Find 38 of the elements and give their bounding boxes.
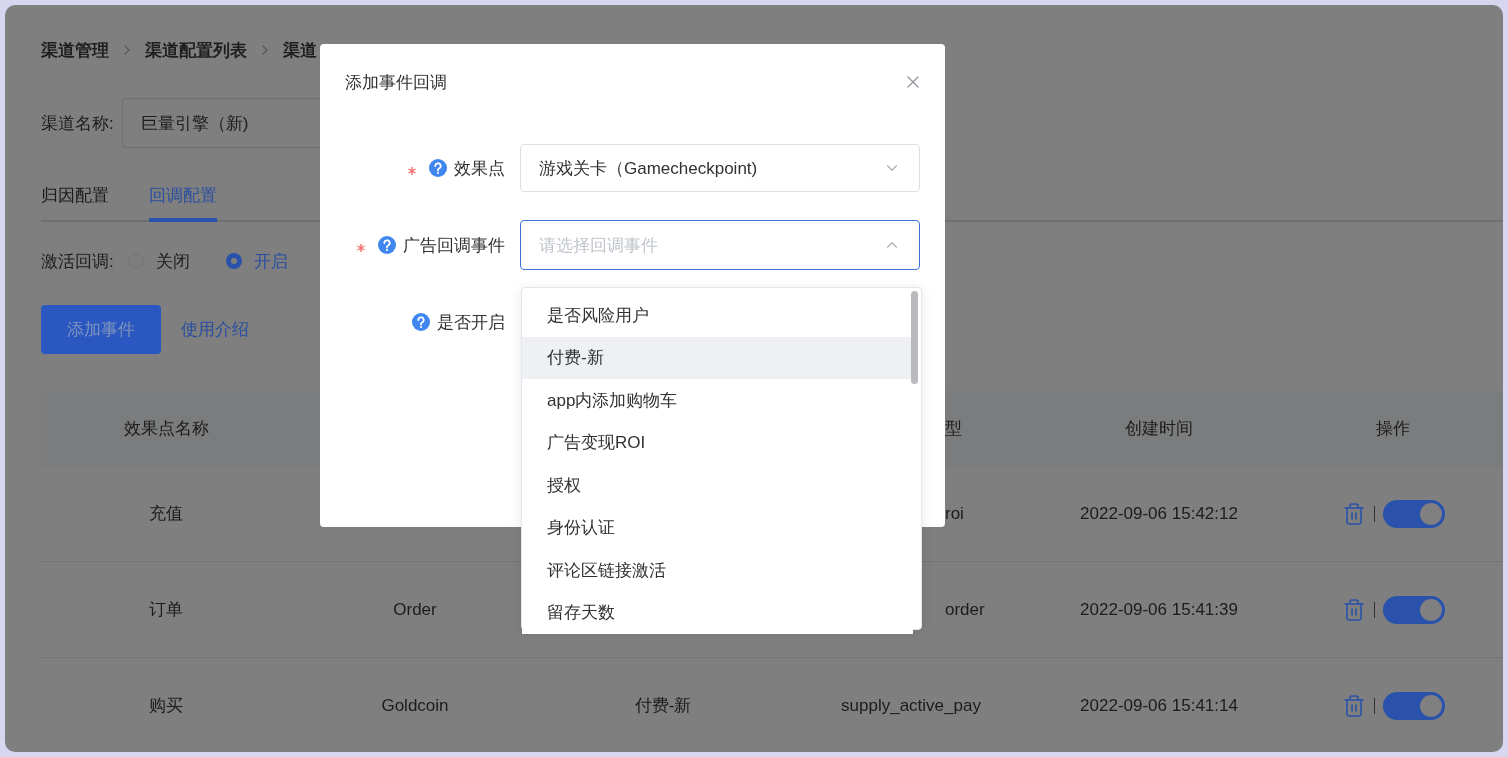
- table-cell-text: 购买: [149, 695, 183, 717]
- table-cell: Order: [393, 599, 437, 620]
- dialog-title: 添加事件回调: [345, 71, 447, 94]
- toggle-switch[interactable]: [1382, 499, 1445, 528]
- breadcrumb-item[interactable]: 渠道配置列表: [145, 38, 247, 62]
- field-label: 渠道名称:: [41, 112, 114, 135]
- table-cell: 2022-09-06 15:41:14: [1080, 695, 1238, 716]
- table-cell: roi: [945, 503, 964, 524]
- toggle-switch[interactable]: [1382, 595, 1445, 624]
- trash-icon[interactable]: [1341, 597, 1366, 622]
- table-cell: order: [945, 599, 985, 620]
- column-header: 操作: [1376, 418, 1410, 440]
- toggle-switch[interactable]: [1382, 691, 1445, 720]
- table-cell-text: 充值: [149, 503, 183, 525]
- column-header: 创建时间: [1125, 418, 1193, 440]
- scrollbar-thumb[interactable]: [911, 291, 918, 384]
- form-label: 广告回调事件: [403, 234, 505, 257]
- radio-button[interactable]: [225, 253, 242, 269]
- breadcrumb-item[interactable]: 渠道: [283, 38, 317, 62]
- form-label: 是否开启: [437, 311, 505, 334]
- table-cell-text: 订单: [149, 599, 183, 621]
- field-label: 激活回调:: [41, 250, 114, 273]
- table-cell: Goldcoin: [381, 695, 449, 716]
- form-label: 效果点: [454, 157, 505, 180]
- tab[interactable]: 归因配置: [41, 172, 109, 222]
- column-header: 效果点名称: [123, 418, 209, 440]
- table-cell-text: 付费-新: [634, 695, 692, 717]
- radio-label[interactable]: 关闭: [155, 249, 190, 273]
- table-cell: supply_active_pay: [841, 695, 981, 716]
- trash-icon[interactable]: [1341, 501, 1366, 526]
- table-cell: 2022-09-06 15:42:12: [1080, 503, 1238, 524]
- trash-icon[interactable]: [1341, 693, 1366, 718]
- breadcrumb-item[interactable]: 渠道管理: [41, 38, 109, 62]
- select-field[interactable]: 游戏关卡（Gamecheckpoint): [520, 144, 920, 192]
- column-header: 型: [945, 418, 962, 440]
- dropdown-option[interactable]: 留存天数: [522, 591, 913, 634]
- dropdown-option[interactable]: 付费-新: [522, 336, 913, 379]
- table-cell: 2022-09-06 15:41:39: [1080, 599, 1238, 620]
